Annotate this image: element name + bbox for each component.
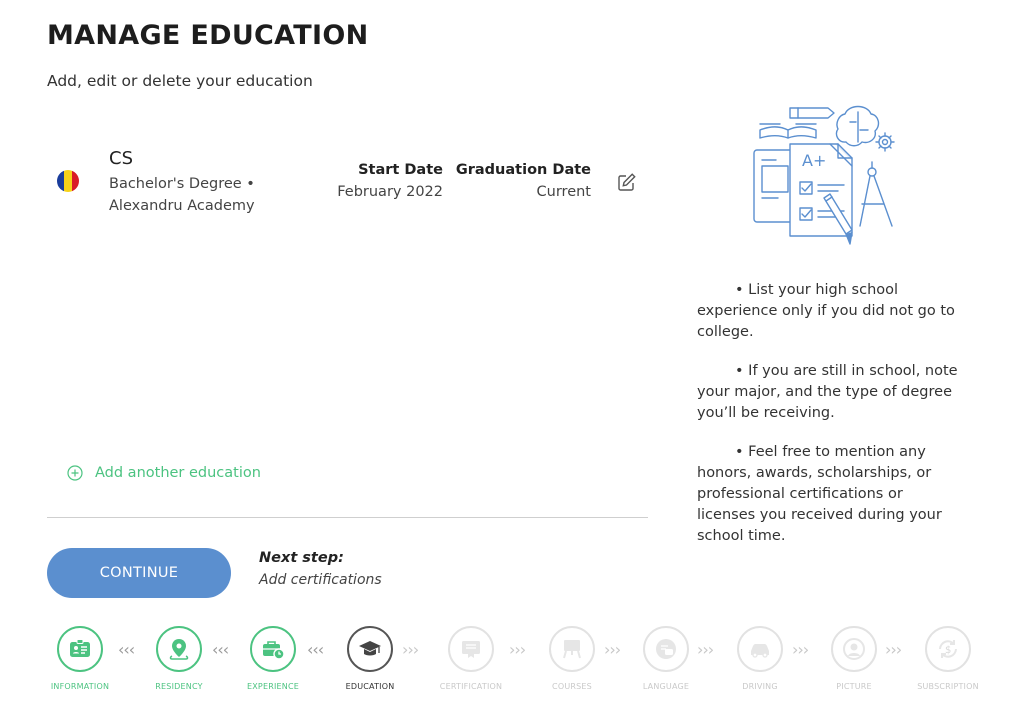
portrait-icon: [843, 638, 865, 660]
presentation-board-icon: [563, 640, 581, 659]
dollar-cycle-icon: $: [939, 640, 957, 658]
graduation-date-column: Graduation Date Current: [456, 162, 591, 200]
step-residency[interactable]: RESIDENCY: [139, 626, 219, 691]
next-step-label: Next step:: [259, 550, 344, 566]
start-date-label: Start Date: [358, 162, 443, 178]
chevrons-forward: ›››: [697, 640, 714, 659]
step-circle: [448, 626, 494, 672]
speech-bubbles-icon: [656, 639, 676, 659]
page-subtitle: Add, edit or delete your education: [47, 72, 313, 90]
start-date-value: February 2022: [337, 184, 443, 200]
plus-circle-icon: [67, 465, 83, 481]
education-illustration-icon: A+: [753, 105, 895, 245]
divider: [47, 517, 648, 518]
step-circle: $: [925, 626, 971, 672]
start-date-column: Start Date February 2022: [337, 162, 443, 200]
romania-flag-icon: [57, 170, 79, 192]
chevrons-back: ‹‹‹: [307, 640, 324, 659]
car-icon: [751, 644, 769, 658]
chevrons-forward: ›››: [604, 640, 621, 659]
education-degree-school: Bachelor's Degree • Alexandru Academy: [109, 173, 309, 217]
education-entry: CS Bachelor's Degree • Alexandru Academy…: [47, 148, 647, 218]
step-label: EXPERIENCE: [246, 682, 299, 691]
tips-panel: • List your high school experience only …: [697, 280, 962, 565]
next-step: Next step: Add certifications: [259, 550, 382, 588]
chevrons-forward: ›››: [885, 640, 902, 659]
step-label: LANGUAGE: [642, 682, 690, 691]
tip-item: • Feel free to mention any honors, award…: [697, 444, 942, 544]
chevrons-forward: ›››: [792, 640, 809, 659]
step-circle: [57, 626, 103, 672]
step-education[interactable]: EDUCATION: [330, 626, 410, 691]
step-experience[interactable]: EXPERIENCE: [233, 626, 313, 691]
next-step-value: Add certifications: [259, 572, 382, 588]
briefcase-clock-icon: [263, 641, 285, 660]
svg-text:$: $: [945, 645, 951, 656]
chevrons-forward: ›››: [402, 640, 419, 659]
step-label: CERTIFICATION: [439, 682, 503, 691]
step-label: DRIVING: [742, 682, 778, 691]
id-card-icon: [70, 639, 90, 657]
step-certification[interactable]: CERTIFICATION: [431, 626, 511, 691]
graduation-date-value: Current: [536, 184, 591, 200]
step-picture[interactable]: PICTURE: [814, 626, 894, 691]
flag-stripe-blue: [57, 170, 65, 192]
step-label: INFORMATION: [50, 682, 110, 691]
svg-text:A+: A+: [802, 151, 826, 170]
step-driving[interactable]: DRIVING: [720, 626, 800, 691]
step-circle: [250, 626, 296, 672]
tip-item: • List your high school experience only …: [697, 282, 955, 340]
tip-item: • If you are still in school, note your …: [697, 363, 958, 421]
edit-education-button[interactable]: [617, 172, 637, 192]
step-label: SUBSCRIPTION: [917, 682, 979, 691]
step-circle: [549, 626, 595, 672]
graduation-cap-icon: [359, 641, 381, 656]
step-language[interactable]: LANGUAGE: [626, 626, 706, 691]
chevrons-back: ‹‹‹: [212, 640, 229, 659]
add-education-label: Add another education: [95, 465, 261, 481]
step-label: PICTURE: [836, 682, 872, 691]
step-label: COURSES: [552, 682, 592, 691]
step-circle: [347, 626, 393, 672]
step-information[interactable]: INFORMATION: [40, 626, 120, 691]
page-title: MANAGE EDUCATION: [47, 20, 369, 51]
education-degree: Bachelor's Degree •: [109, 176, 255, 192]
step-circle: [831, 626, 877, 672]
step-label: EDUCATION: [345, 682, 395, 691]
step-courses[interactable]: COURSES: [532, 626, 612, 691]
step-circle: [156, 626, 202, 672]
graduation-date-label: Graduation Date: [455, 162, 591, 178]
flag-stripe-yellow: [64, 170, 72, 192]
step-label: RESIDENCY: [155, 682, 203, 691]
education-field: CS: [109, 148, 133, 169]
chevrons-back: ‹‹‹: [118, 640, 135, 659]
step-circle: [737, 626, 783, 672]
progress-stepper: INFORMATION ‹‹‹ RESIDENCY ‹‹‹ EXPERIENCE…: [40, 626, 1000, 696]
step-circle: [643, 626, 689, 672]
chevrons-forward: ›››: [509, 640, 526, 659]
map-pin-icon: [169, 639, 189, 660]
step-subscription[interactable]: $ SUBSCRIPTION: [908, 626, 988, 691]
education-school: Alexandru Academy: [109, 198, 255, 214]
continue-button[interactable]: CONTINUE: [47, 548, 231, 598]
add-education-button[interactable]: Add another education: [67, 465, 261, 481]
flag-stripe-red: [71, 170, 79, 192]
edit-icon: [618, 173, 636, 191]
certificate-icon: [462, 641, 480, 658]
